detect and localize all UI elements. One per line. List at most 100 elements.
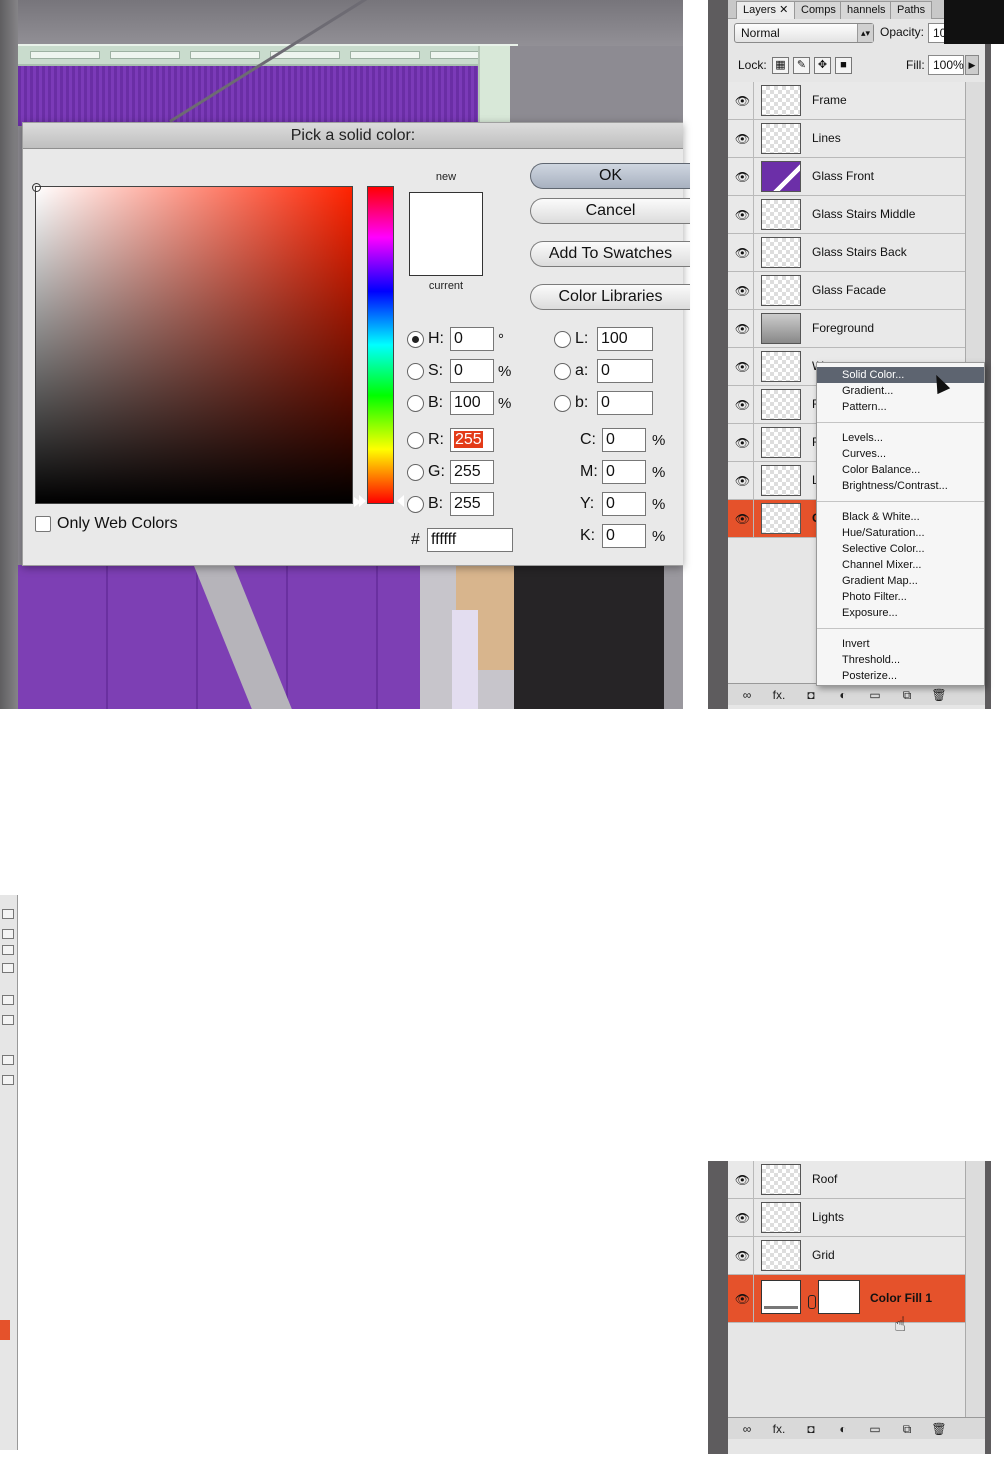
add-to-swatches-button[interactable]: Add To Swatches [530, 241, 690, 267]
eye-icon[interactable]: 👁 [732, 1237, 754, 1274]
fill-field[interactable]: 100% [928, 55, 964, 75]
layer-row[interactable]: 👁 Frame [728, 82, 965, 120]
blue-field[interactable]: 255 [450, 492, 494, 516]
hue-slider[interactable] [367, 186, 394, 504]
b-channel-field[interactable]: 0 [597, 391, 653, 415]
ok-button[interactable]: OK [530, 163, 690, 189]
menu-item-threshold[interactable]: Threshold... [817, 652, 984, 668]
layer-mask-icon[interactable]: ◘ [802, 1422, 820, 1436]
eye-icon[interactable]: 👁 [732, 424, 754, 461]
menu-item-hue-saturation[interactable]: Hue/Saturation... [817, 525, 984, 541]
menu-item-color-balance[interactable]: Color Balance... [817, 462, 984, 478]
trash-icon[interactable]: 🗑 [930, 688, 948, 702]
new-group-icon[interactable]: ▭ [866, 688, 884, 702]
menu-item-pattern[interactable]: Pattern... [817, 399, 984, 415]
layer-row[interactable]: 👁 Glass Front [728, 158, 965, 196]
menu-item-selective-color[interactable]: Selective Color... [817, 541, 984, 557]
color-fill-layer-row[interactable]: 👁 Color Fill 1 [728, 1275, 965, 1323]
menu-item-black-white[interactable]: Black & White... [817, 509, 984, 525]
tab-layers[interactable]: Layers ✕ [736, 1, 796, 19]
hex-field[interactable]: ffffff [427, 528, 513, 552]
menu-item-photo-filter[interactable]: Photo Filter... [817, 589, 984, 605]
lightness-radio[interactable] [554, 330, 571, 348]
chain-link-icon[interactable] [808, 1295, 816, 1309]
lock-brush-icon[interactable]: ✎ [793, 57, 810, 74]
menu-item-channel-mixer[interactable]: Channel Mixer... [817, 557, 984, 573]
menu-item-exposure[interactable]: Exposure... [817, 605, 984, 621]
eye-icon[interactable]: 👁 [732, 310, 754, 347]
layer-row[interactable]: 👁 Glass Stairs Middle [728, 196, 965, 234]
lightness-field[interactable]: 100 [597, 327, 653, 351]
only-web-colors-checkbox[interactable] [35, 516, 51, 532]
color-libraries-button[interactable]: Color Libraries [530, 284, 690, 310]
a-channel-radio[interactable] [554, 362, 571, 380]
new-layer-icon[interactable]: ⧉ [898, 688, 916, 702]
eye-icon[interactable]: 👁 [732, 120, 754, 157]
red-field[interactable]: 255 [450, 428, 494, 452]
only-web-colors-row[interactable]: Only Web Colors [35, 515, 178, 533]
layer-row[interactable]: 👁 Foreground [728, 310, 965, 348]
color-cursor[interactable] [32, 183, 41, 192]
cyan-field[interactable]: 0 [602, 428, 646, 452]
eye-icon[interactable]: 👁 [732, 1161, 754, 1198]
magenta-field[interactable]: 0 [602, 460, 646, 484]
red-radio[interactable] [407, 431, 424, 449]
saturation-radio[interactable] [407, 362, 424, 380]
menu-item-invert[interactable]: Invert [817, 636, 984, 652]
cancel-button[interactable]: Cancel [530, 198, 690, 224]
green-radio[interactable] [407, 463, 424, 481]
fill-arrow-icon[interactable]: ▶ [965, 55, 979, 75]
layer-row[interactable]: 👁 Lines [728, 120, 965, 158]
adjustment-layer-icon[interactable]: ◐ [834, 1422, 852, 1436]
blue-radio[interactable] [407, 495, 424, 513]
menu-item-solid-color[interactable]: Solid Color... [817, 367, 984, 383]
hue-slider-left-arrow-icon[interactable] [359, 495, 366, 507]
layer-row[interactable]: 👁 Grid [728, 1237, 965, 1275]
eye-icon[interactable]: 👁 [732, 234, 754, 271]
link-layers-icon[interactable]: ∞ [738, 1422, 756, 1436]
eye-icon[interactable]: 👁 [732, 158, 754, 195]
tab-paths[interactable]: Paths [890, 1, 933, 19]
menu-item-posterize[interactable]: Posterize... [817, 668, 984, 684]
eye-icon[interactable]: 👁 [732, 82, 754, 119]
layer-row[interactable]: 👁 Glass Stairs Back [728, 234, 965, 272]
hue-radio[interactable] [407, 330, 424, 348]
fx-icon[interactable]: fx. [770, 688, 788, 702]
eye-icon[interactable]: 👁 [732, 462, 754, 499]
saturation-brightness-field[interactable] [32, 183, 353, 504]
new-layer-icon[interactable]: ⧉ [898, 1422, 916, 1436]
new-group-icon[interactable]: ▭ [866, 1422, 884, 1436]
close-icon[interactable]: ✕ [779, 4, 788, 16]
menu-item-curves[interactable]: Curves... [817, 446, 984, 462]
layer-mask-icon[interactable]: ◘ [802, 688, 820, 702]
yellow-field[interactable]: 0 [602, 492, 646, 516]
eye-icon[interactable]: 👁 [732, 348, 754, 385]
menu-item-gradient-map[interactable]: Gradient Map... [817, 573, 984, 589]
green-field[interactable]: 255 [450, 460, 494, 484]
layer-row[interactable]: 👁 Lights [728, 1199, 965, 1237]
trash-icon[interactable]: 🗑 [930, 1422, 948, 1436]
a-channel-field[interactable]: 0 [597, 359, 653, 383]
layer-row[interactable]: 👁 Roof [728, 1161, 965, 1199]
link-layers-icon[interactable]: ∞ [738, 688, 756, 702]
adjustment-layer-icon[interactable]: ◐ [834, 688, 852, 702]
lock-transparency-icon[interactable]: ▦ [772, 57, 789, 74]
hue-slider-right-arrow-icon[interactable] [397, 495, 404, 507]
black-field[interactable]: 0 [602, 524, 646, 548]
fx-icon[interactable]: fx. [770, 1422, 788, 1436]
layers-scrollbar[interactable] [965, 1161, 985, 1420]
menu-item-gradient[interactable]: Gradient... [817, 383, 984, 399]
eye-icon[interactable]: 👁 [732, 272, 754, 309]
eye-icon[interactable]: 👁 [732, 500, 754, 537]
eye-icon[interactable]: 👁 [732, 386, 754, 423]
hue-field[interactable]: 0 [450, 327, 494, 351]
blend-mode-select[interactable]: Normal ▴▾ [734, 23, 874, 43]
layer-row[interactable]: 👁 Glass Facade [728, 272, 965, 310]
tab-comps[interactable]: Comps [794, 1, 843, 19]
menu-item-brightness-contrast[interactable]: Brightness/Contrast... [817, 478, 984, 494]
lock-move-icon[interactable]: ✥ [814, 57, 831, 74]
lock-all-icon[interactable]: ■ [835, 57, 852, 74]
menu-item-levels[interactable]: Levels... [817, 430, 984, 446]
eye-icon[interactable]: 👁 [732, 196, 754, 233]
brightness-field[interactable]: 100 [450, 391, 494, 415]
